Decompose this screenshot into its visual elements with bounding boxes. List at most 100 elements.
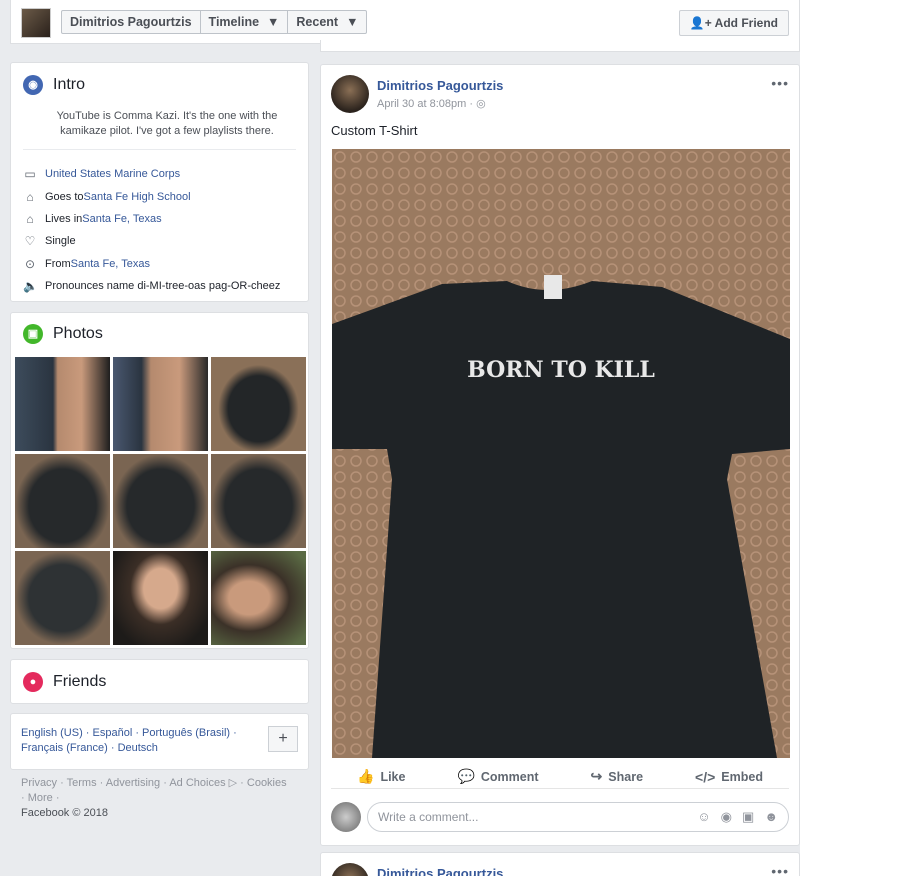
intro-item-from: ⊙ From Santa Fe, Texas: [23, 253, 280, 275]
chevron-down-icon: ▼: [267, 15, 280, 29]
intro-title: Intro: [53, 76, 86, 93]
copyright: Facebook © 2018: [21, 807, 108, 819]
photo-thumbnail[interactable]: [211, 454, 306, 548]
footer: Privacy · Terms · Advertising · Ad Choic…: [21, 776, 306, 821]
current-city-link[interactable]: Santa Fe, Texas: [82, 213, 161, 225]
photos-card: ▣ Photos: [10, 312, 309, 649]
lives-prefix: Lives in: [45, 212, 83, 225]
hometown-link[interactable]: Santa Fe, Texas: [71, 258, 150, 270]
timeline-post: Dimitrios Pagourtzis April 30 at 8:08pm …: [320, 64, 800, 846]
post-date[interactable]: April 30 at 8:08pm ·: [377, 98, 476, 110]
home-icon: ⌂: [26, 211, 34, 226]
sticker-icon[interactable]: ☻: [764, 809, 778, 825]
comment-tools: ☺ ◉ ▣ ☻: [697, 809, 778, 825]
profile-avatar-small[interactable]: [21, 8, 51, 38]
post-options-menu[interactable]: •••: [771, 863, 789, 876]
footer-more-link[interactable]: · More ·: [21, 791, 306, 806]
intro-item-pronunciation: 🔈 Pronounces name di-MI-tree-oas pag-OR-c…: [23, 275, 280, 297]
intro-item-education: ⌂ Goes to Santa Fe High School: [23, 185, 280, 207]
commenter-avatar: [331, 802, 361, 832]
post-photo-image: BORN TO KILL: [332, 149, 790, 758]
globe-privacy-icon: ◎: [476, 98, 486, 110]
post-caption: Custom T-Shirt: [331, 123, 418, 138]
photo-thumbnail[interactable]: [211, 551, 306, 645]
briefcase-icon: ▭: [24, 167, 36, 182]
friends-title[interactable]: Friends: [53, 673, 106, 691]
intro-card: ◉ Intro YouTube is Comma Kazi. It's the …: [10, 62, 309, 302]
recent-dropdown[interactable]: Recent ▼: [288, 11, 366, 33]
pronunciation-text: Pronounces name di-MI-tree-oas pag-OR-ch…: [45, 280, 281, 293]
thumbs-up-icon: 👍: [357, 768, 375, 784]
post-author-avatar[interactable]: [331, 75, 369, 113]
heart-icon: ♡: [24, 234, 36, 249]
add-language-button[interactable]: +: [268, 726, 298, 752]
photo-grid: [15, 357, 306, 645]
photo-thumbnail[interactable]: [15, 454, 110, 548]
share-button[interactable]: ↪ Share: [591, 765, 643, 788]
from-prefix: From: [45, 257, 71, 270]
photo-thumbnail[interactable]: [15, 551, 110, 645]
intro-item-relationship: ♡ Single: [23, 230, 280, 252]
photo-thumbnail[interactable]: [15, 357, 110, 451]
language-selector: English (US) · Español · Português (Bras…: [10, 713, 309, 770]
timeline-dropdown[interactable]: Timeline ▼: [201, 11, 289, 33]
photo-thumbnail[interactable]: [211, 357, 306, 451]
school-link[interactable]: Santa Fe High School: [84, 191, 191, 203]
photos-title[interactable]: Photos: [53, 325, 103, 343]
graduation-cap-icon: ⌂: [26, 189, 34, 204]
divider: [23, 149, 296, 150]
previous-post-bottom: [320, 40, 800, 52]
recent-label: Recent: [296, 15, 339, 29]
speaker-icon: 🔈: [23, 279, 38, 294]
post-author-avatar[interactable]: [331, 863, 369, 876]
intro-list: ▭ United States Marine Corps ⌂ Goes to San…: [23, 163, 280, 297]
camera-icon[interactable]: ◉: [721, 809, 732, 825]
comment-placeholder: Write a comment...: [378, 810, 479, 824]
globe-icon: ◉: [23, 75, 43, 95]
post-author-name[interactable]: Dimitrios Pagourtzis: [377, 78, 503, 93]
chevron-down-icon: ▼: [346, 15, 359, 29]
post-actions-bar: 👍 Like 💬 Comment ↪ Share </> Embed: [331, 765, 789, 789]
embed-button[interactable]: </> Embed: [695, 765, 763, 788]
shirt-text: BORN TO KILL: [467, 357, 655, 383]
comment-label: Comment: [480, 769, 539, 784]
gif-icon[interactable]: ▣: [742, 809, 754, 825]
language-links[interactable]: Français (France) · Deutsch: [21, 741, 246, 756]
footer-links[interactable]: Privacy · Terms · Advertising · Ad Choic…: [21, 776, 306, 791]
post-author-name[interactable]: Dimitrios Pagourtzis: [377, 866, 503, 876]
photo-thumbnail[interactable]: [113, 551, 208, 645]
comment-icon: 💬: [457, 768, 475, 784]
photo-thumbnail[interactable]: [113, 357, 208, 451]
language-list: English (US) · Español · Português (Bras…: [21, 726, 246, 756]
page-right-background: [800, 0, 900, 876]
like-button[interactable]: 👍 Like: [357, 765, 405, 788]
photo-thumbnail[interactable]: [113, 454, 208, 548]
relationship-status: Single: [45, 235, 76, 248]
like-label: Like: [380, 769, 406, 784]
post-photo[interactable]: BORN TO KILL: [332, 149, 790, 758]
language-links[interactable]: English (US) · Español · Português (Bras…: [21, 726, 246, 741]
add-friend-button[interactable]: 👤+ Add Friend: [678, 10, 789, 36]
intro-bio: YouTube is Comma Kazi. It's the one with…: [47, 109, 287, 139]
breadcrumb: Dimitrios Pagourtzis Timeline ▼ Recent ▼: [61, 10, 368, 34]
intro-item-work: ▭ United States Marine Corps: [23, 163, 280, 185]
emoji-icon[interactable]: ☺: [697, 809, 710, 825]
comment-input[interactable]: Write a comment... ☺ ◉ ▣ ☻: [367, 802, 789, 832]
post-options-menu[interactable]: •••: [771, 75, 789, 91]
embed-label: Embed: [721, 769, 763, 784]
education-prefix: Goes to: [45, 190, 84, 203]
timeline-post-next: Dimitrios Pagourtzis •••: [320, 852, 800, 876]
bio-line: kamikaze pilot. I've got a few playlists…: [60, 125, 274, 137]
add-friend-label: Add Friend: [714, 16, 778, 30]
share-label: Share: [608, 769, 644, 784]
comment-composer: Write a comment... ☺ ◉ ▣ ☻: [331, 801, 789, 833]
timeline-header-bar: Dimitrios Pagourtzis Timeline ▼ Recent ▼ 👤…: [10, 0, 800, 44]
friends-card: ● Friends: [10, 659, 309, 704]
location-pin-icon: ⊙: [24, 256, 36, 271]
post-timestamp: April 30 at 8:08pm · ◎: [377, 97, 486, 110]
timeline-label: Timeline: [208, 15, 260, 29]
comment-button[interactable]: 💬 Comment: [457, 765, 538, 788]
profile-name-link[interactable]: Dimitrios Pagourtzis: [62, 11, 201, 33]
work-link[interactable]: United States Marine Corps: [45, 168, 180, 180]
photo-icon: ▣: [23, 324, 43, 344]
